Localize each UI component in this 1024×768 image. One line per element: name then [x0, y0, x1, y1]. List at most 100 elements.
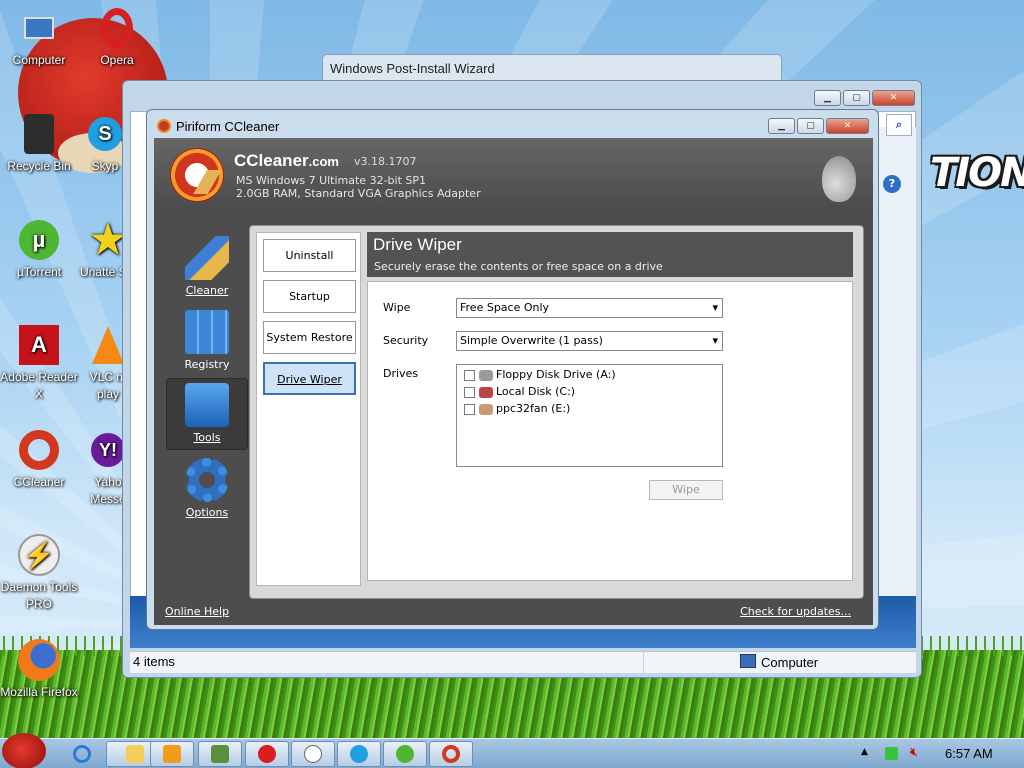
drive-checkbox[interactable] — [464, 403, 475, 415]
ccleaner-title-icon — [157, 119, 171, 133]
system-tray: ▲ 🔇︎ — [855, 739, 1024, 768]
ccleaner-logo-icon — [170, 148, 224, 202]
clock[interactable]: 6:57 AM — [945, 746, 993, 761]
toolbox-icon — [185, 383, 229, 427]
wipe-button[interactable]: Wipe — [649, 480, 723, 500]
help-icon[interactable]: ? — [883, 175, 901, 193]
folder-icon — [126, 745, 144, 763]
taskbar-media-player[interactable] — [150, 741, 194, 767]
drive-item-e[interactable]: ppc32fan (E:) — [464, 401, 570, 417]
desktop-icon-opera[interactable]: Opera — [78, 6, 156, 69]
nav-cleaner[interactable]: Cleaner — [166, 234, 248, 302]
system-info: MS Windows 7 Ultimate 32-bit SP1 2.0GB R… — [236, 174, 481, 200]
daemon-tools-icon: ⚡ — [17, 533, 61, 577]
ccleaner-window-title: Piriform CCleaner — [176, 119, 280, 134]
drive-item-local-c[interactable]: Local Disk (C:) — [464, 384, 575, 400]
taskbar-chat[interactable] — [291, 741, 335, 767]
wipe-select[interactable]: Free Space Only — [456, 298, 723, 318]
floppy-drive-icon — [479, 369, 493, 381]
desktop-icon-firefox[interactable]: Mozilla Firefox — [0, 638, 78, 701]
ie-icon[interactable] — [62, 743, 102, 765]
utorrent-icon: µ — [17, 218, 61, 262]
page-title: Drive Wiper — [373, 235, 462, 254]
taskbar-wizard[interactable] — [198, 741, 242, 767]
security-label: Security — [383, 334, 429, 347]
skype-icon: S — [83, 112, 127, 156]
desktop-icon-adobe-reader[interactable]: A Adobe Reader X — [0, 323, 78, 403]
wipe-label: Wipe — [383, 301, 411, 314]
ccleaner-main: CCleaner.com v3.18.1707 MS Windows 7 Ult… — [154, 138, 873, 625]
nav-registry[interactable]: Registry — [166, 308, 248, 376]
opera-icon — [95, 6, 139, 50]
drive-checkbox[interactable] — [464, 369, 475, 381]
check-updates-link[interactable]: Check for updates... — [740, 605, 851, 618]
drives-list: Floppy Disk Drive (A:) Local Disk (C:) p… — [456, 364, 723, 467]
ccleaner-window-controls: ▁ ▢ ✕ — [768, 118, 869, 134]
search-icon[interactable]: ⌕ — [886, 114, 912, 136]
close-button[interactable]: ✕ — [826, 118, 869, 134]
wizard-icon — [211, 745, 229, 763]
firefox-icon — [17, 638, 61, 682]
adobe-reader-icon: A — [17, 323, 61, 367]
minimize-button[interactable]: ▁ — [814, 90, 841, 106]
network-icon[interactable] — [885, 747, 898, 760]
app-version: v3.18.1707 — [354, 155, 417, 168]
desktop-icon-utorrent[interactable]: µ µTorrent — [0, 218, 78, 281]
media-player-icon — [163, 745, 181, 763]
piriform-pear-icon — [822, 156, 856, 202]
online-help-link[interactable]: Online Help — [165, 605, 229, 618]
uninstall-button[interactable]: Uninstall — [263, 239, 356, 272]
taskbar-utorrent[interactable] — [383, 741, 427, 767]
taskbar-opera[interactable] — [245, 741, 289, 767]
close-button[interactable]: ✕ — [872, 90, 915, 106]
desktop-icon-daemon-tools[interactable]: ⚡ Daemon Tools PRO — [0, 533, 78, 613]
taskbar-ccleaner[interactable] — [429, 741, 473, 767]
startup-button[interactable]: Startup — [263, 280, 356, 313]
explorer-status-bar: 4 items Computer — [130, 651, 916, 674]
minimize-button[interactable]: ▁ — [768, 118, 795, 134]
wallpaper-text: TION — [930, 150, 1024, 196]
desktop-icon-computer[interactable]: Computer — [0, 6, 78, 69]
maximize-button[interactable]: ▢ — [797, 118, 824, 134]
nav-options[interactable]: Options — [166, 456, 248, 524]
ccleaner-header: CCleaner.com v3.18.1707 MS Windows 7 Ult… — [154, 138, 873, 213]
ccleaner-window[interactable]: Piriform CCleaner ▁ ▢ ✕ CCleaner.com v3.… — [146, 109, 879, 630]
ccleaner-icon — [17, 428, 61, 472]
drive-checkbox[interactable] — [464, 386, 475, 398]
system-restore-button[interactable]: System Restore — [263, 321, 356, 354]
ccleaner-icon — [442, 745, 460, 763]
utorrent-icon — [396, 745, 414, 763]
volume-muted-icon[interactable]: 🔇︎ — [910, 745, 918, 760]
app-name: CCleaner.com — [234, 151, 339, 170]
skype-icon — [350, 745, 368, 763]
drive-item-floppy[interactable]: Floppy Disk Drive (A:) — [464, 367, 616, 383]
taskbar: ▲ 🔇︎ 6:57 AM — [0, 733, 1024, 768]
status-item-count: 4 items — [133, 654, 175, 669]
broom-icon — [185, 236, 229, 280]
page-subtitle: Securely erase the contents or free spac… — [374, 260, 663, 273]
drive-wiper-header: Drive Wiper Securely erase the contents … — [367, 232, 853, 277]
maximize-button[interactable]: ▢ — [843, 90, 870, 106]
chat-bubble-icon — [304, 745, 322, 763]
gear-icon — [185, 458, 229, 502]
taskbar-skype[interactable] — [337, 741, 381, 767]
registry-cubes-icon — [185, 310, 229, 354]
hard-disk-icon — [479, 386, 493, 398]
hard-disk-icon — [479, 403, 493, 415]
drive-wiper-button[interactable]: Drive Wiper — [263, 362, 356, 395]
opera-icon — [258, 745, 276, 763]
desktop-icon-ccleaner[interactable]: CCleaner — [0, 428, 78, 491]
wizard-window-title: Windows Post-Install Wizard — [330, 61, 495, 76]
show-hidden-icons[interactable]: ▲ — [861, 747, 868, 757]
computer-icon — [17, 6, 61, 50]
drive-wiper-form: Wipe Free Space Only Security Simple Ove… — [367, 281, 853, 581]
drives-label: Drives — [383, 367, 419, 380]
status-location: Computer — [740, 654, 818, 670]
start-button[interactable] — [2, 733, 46, 768]
security-select[interactable]: Simple Overwrite (1 pass) — [456, 331, 723, 351]
explorer-window-controls: ▁ ▢ ✕ — [814, 90, 915, 106]
nav-tools[interactable]: Tools — [166, 378, 248, 450]
tools-submenu: Uninstall Startup System Restore Drive W… — [256, 232, 361, 586]
desktop-icon-recycle-bin[interactable]: Recycle Bin — [0, 112, 78, 175]
recycle-bin-icon — [17, 112, 61, 156]
